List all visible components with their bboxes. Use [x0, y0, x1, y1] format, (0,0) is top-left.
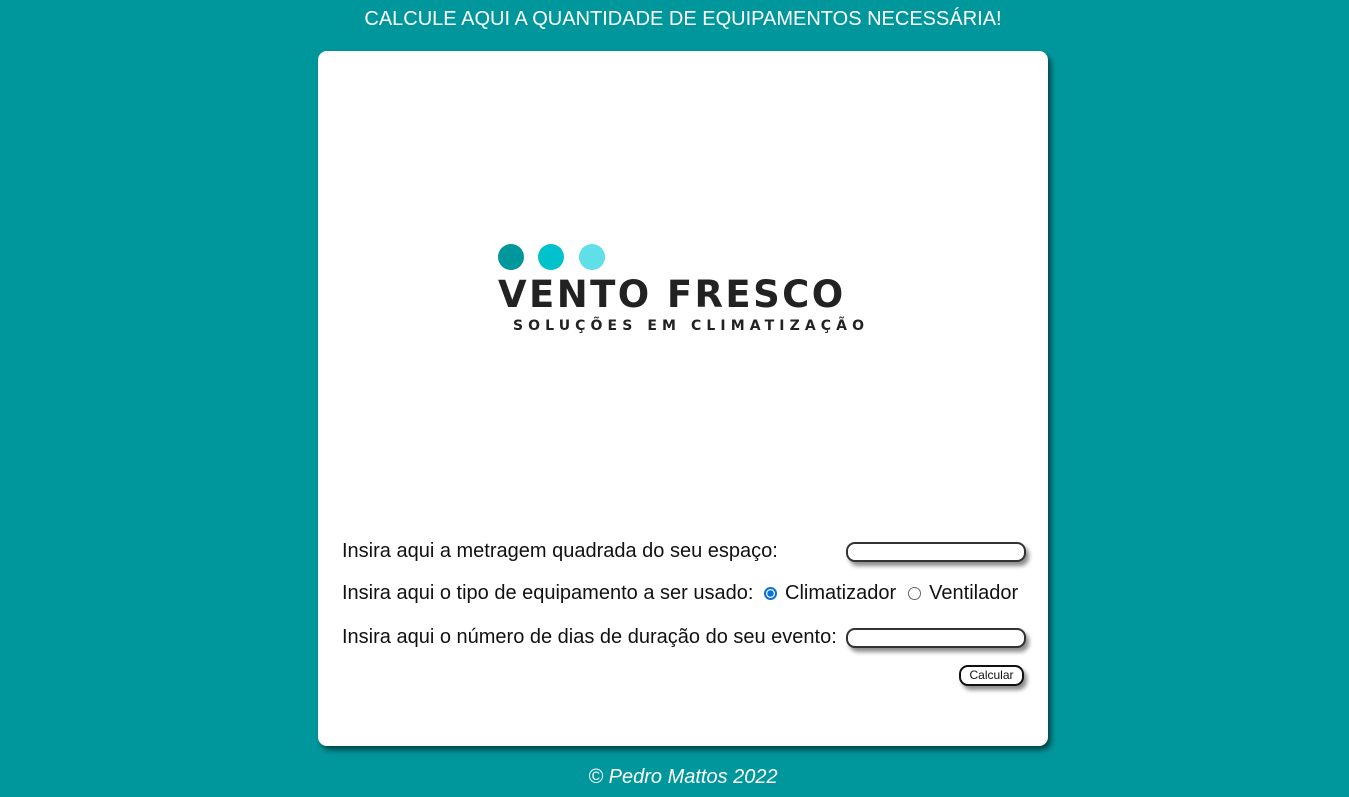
days-label: Insira aqui o número de dias de duração …	[342, 626, 837, 648]
days-input[interactable]	[846, 628, 1026, 648]
ventilador-label[interactable]: Ventilador	[929, 581, 1018, 605]
climatizador-label[interactable]: Climatizador	[785, 581, 896, 605]
logo-dot-icon	[498, 244, 524, 270]
vento-fresco-logo: VENTO FRESCO SOLUÇÕES EM CLIMATIZAÇÃO	[498, 244, 878, 344]
footer-copyright: © Pedro Mattos 2022	[588, 766, 778, 788]
equipment-label: Insira aqui o tipo de equipamento a ser …	[342, 582, 754, 604]
climatizador-radio[interactable]	[764, 586, 777, 600]
area-input[interactable]	[846, 542, 1026, 562]
calculator-card: VENTO FRESCO SOLUÇÕES EM CLIMATIZAÇÃO In…	[318, 51, 1048, 746]
area-label: Insira aqui a metragem quadrada do seu e…	[342, 540, 778, 562]
logo-brand-name: VENTO FRESCO	[498, 273, 846, 316]
calculate-button[interactable]: Calcular	[959, 665, 1024, 686]
logo-dot-icon	[538, 244, 564, 270]
logo-dot-icon	[579, 244, 605, 270]
ventilador-radio[interactable]	[908, 586, 922, 600]
equipment-radio-group: Climatizador Ventilador	[762, 581, 1028, 605]
page-title: CALCULE AQUI A QUANTIDADE DE EQUIPAMENTO…	[364, 8, 1002, 30]
logo-tagline: SOLUÇÕES EM CLIMATIZAÇÃO	[513, 318, 870, 334]
